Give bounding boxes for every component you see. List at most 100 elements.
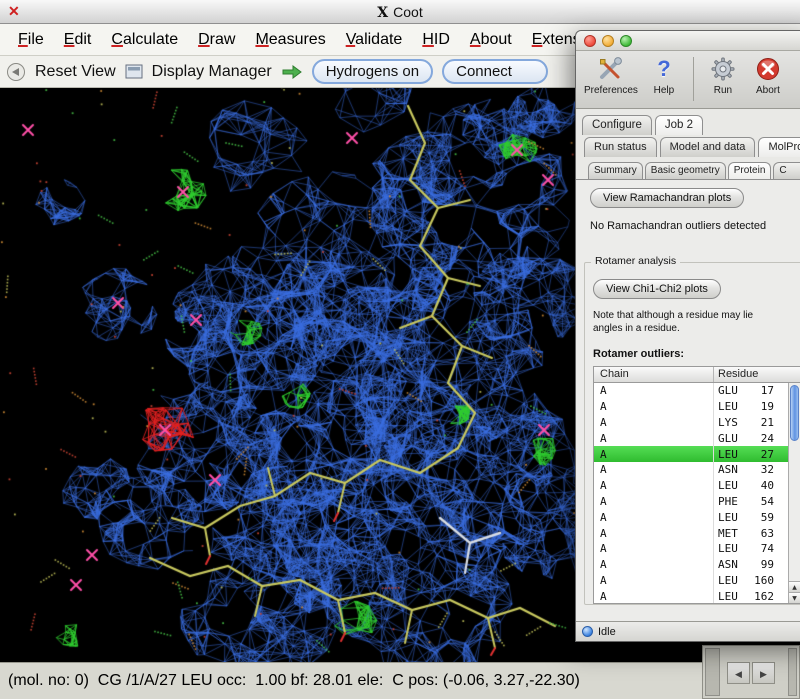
menu-edit[interactable]: Edit (54, 28, 102, 52)
menu-about[interactable]: About (460, 28, 522, 52)
rotamer-row-glu-17[interactable]: AGLU17 (594, 383, 788, 399)
tab-job-2[interactable]: Job 2 (655, 115, 703, 135)
rotamer-row-leu-40[interactable]: ALEU40 (594, 478, 788, 494)
cell-chain: A (594, 588, 714, 604)
dialog-status-text: Idle (598, 626, 616, 638)
tab-molprobity[interactable]: MolProbity (758, 137, 800, 157)
rotamer-analysis-frame: Rotamer analysis View Chi1-Chi2 plots No… (584, 262, 800, 605)
cell-residue: GLU24 (714, 432, 788, 445)
column-header-chain[interactable]: Chain (594, 367, 714, 382)
window-title-text: Coot (393, 4, 423, 20)
tab-summary[interactable]: Summary (588, 162, 643, 179)
connect-button[interactable]: Connect (442, 59, 548, 84)
preferences-button[interactable]: Preferences (584, 55, 638, 96)
display-manager-button[interactable]: Display Manager (152, 63, 272, 81)
scroll-down-button[interactable]: ▼ (789, 592, 800, 603)
cell-chain: A (594, 494, 714, 510)
hydrogens-toggle-button[interactable]: Hydrogens on (312, 59, 433, 84)
abort-button[interactable]: Abort (749, 55, 787, 96)
dialog-statusbar: Idle (576, 621, 800, 641)
rotamer-row-leu-74[interactable]: ALEU74 (594, 541, 788, 557)
resize-strip[interactable] (788, 648, 797, 696)
cell-residue: LYS21 (714, 416, 788, 429)
vertical-scrollbar-track[interactable] (705, 648, 720, 696)
reset-view-button[interactable]: Reset View (35, 63, 116, 81)
rotamer-outliers-label: Rotamer outliers: (593, 348, 800, 360)
rotamer-row-leu-160[interactable]: ALEU160 (594, 573, 788, 589)
rotamer-row-phe-54[interactable]: APHE54 (594, 494, 788, 510)
rotamer-row-lys-21[interactable]: ALYS21 (594, 415, 788, 431)
menu-validate[interactable]: Validate (336, 28, 413, 52)
run-label: Run (714, 85, 732, 96)
cell-residue: LEU74 (714, 542, 788, 555)
column-header-residue[interactable]: Residue (714, 367, 800, 382)
rotamer-row-met-63[interactable]: AMET63 (594, 525, 788, 541)
tab-basic-geometry[interactable]: Basic geometry (645, 162, 726, 179)
cell-residue: ASN99 (714, 558, 788, 571)
rotamer-analysis-label: Rotamer analysis (591, 255, 680, 267)
close-button[interactable] (584, 35, 596, 47)
table-scrollbar[interactable]: ▲ ▼ (788, 383, 800, 603)
rotamer-row-leu-162[interactable]: ALEU162 (594, 588, 788, 604)
rotamer-note-line2: angles in a residue. (593, 322, 800, 335)
screen: ✕ XCoot FileEditCalculateDrawMeasuresVal… (0, 0, 800, 699)
scroll-up-button[interactable]: ▲ (789, 581, 800, 592)
cell-residue: LEU19 (714, 400, 788, 413)
cell-chain: A (594, 478, 714, 494)
status-orb-icon (582, 626, 593, 637)
scrollbar-thumb[interactable] (790, 385, 799, 441)
tab-model-and-data[interactable]: Model and data (660, 137, 756, 157)
recenter-icon[interactable] (6, 62, 26, 82)
rotamer-outliers-table: Chain Residue AGLU17ALEU19ALYS21AGLU24AL… (593, 366, 800, 604)
rotamer-row-glu-24[interactable]: AGLU24 (594, 430, 788, 446)
scroll-right-button[interactable]: ▶ (752, 662, 775, 684)
preferences-label: Preferences (584, 85, 638, 96)
tab-configure[interactable]: Configure (582, 115, 652, 135)
coot-titlebar: ✕ XCoot (0, 0, 800, 24)
menu-calculate[interactable]: Calculate (101, 28, 188, 52)
cell-chain: A (594, 573, 714, 589)
zoom-button[interactable] (620, 35, 632, 47)
tab-protein[interactable]: Protein (728, 162, 772, 179)
dialog-tabs-category: SummaryBasic geometryProteinC (582, 157, 800, 179)
rotamer-row-leu-27[interactable]: ALEU27 (594, 446, 788, 462)
view-ramachandran-plots-button[interactable]: View Ramachandran plots (590, 188, 744, 208)
cell-chain: A (594, 525, 714, 541)
toolbar-separator (693, 57, 694, 101)
rotamer-row-asn-99[interactable]: AASN99 (594, 557, 788, 573)
rotamer-row-asn-32[interactable]: AASN32 (594, 462, 788, 478)
rotamer-note-line1: Note that although a residue may lie (593, 309, 800, 322)
rotamer-table-body: AGLU17ALEU19ALYS21AGLU24ALEU27AASN32ALEU… (594, 383, 788, 603)
cell-chain: A (594, 415, 714, 431)
tab-c[interactable]: C (773, 162, 800, 179)
menu-file[interactable]: File (8, 28, 54, 52)
scroll-corner-panel: ◀ ▶ (702, 645, 800, 699)
status-text: (mol. no: 0) CG /1/A/27 LEU occ: 1.00 bf… (8, 672, 580, 690)
table-header: Chain Residue (594, 367, 800, 383)
run-button[interactable]: Run (704, 55, 742, 96)
cell-chain: A (594, 557, 714, 573)
gear-icon (711, 55, 735, 83)
menu-hid[interactable]: HID (412, 28, 460, 52)
tab-run-status[interactable]: Run status (584, 137, 657, 157)
help-icon: ? (657, 55, 670, 83)
cell-chain: A (594, 509, 714, 525)
dialog-tabs-validation: Run statusModel and dataMolProbity (582, 135, 800, 157)
display-manager-icon[interactable] (125, 64, 143, 80)
menu-measures[interactable]: Measures (245, 28, 335, 52)
scroll-left-button[interactable]: ◀ (727, 662, 750, 684)
dialog-tabs-top: ConfigureJob 2 (582, 111, 800, 135)
cell-chain: A (594, 446, 714, 462)
rotamer-row-leu-59[interactable]: ALEU59 (594, 509, 788, 525)
menu-draw[interactable]: Draw (188, 28, 245, 52)
window-title: XCoot (0, 4, 800, 21)
go-arrow-icon[interactable] (281, 64, 303, 80)
cell-residue: PHE54 (714, 495, 788, 508)
minimize-button[interactable] (602, 35, 614, 47)
cell-residue: LEU162 (714, 590, 788, 603)
help-button[interactable]: ? Help (645, 55, 683, 96)
abort-label: Abort (756, 85, 780, 96)
rotamer-row-leu-19[interactable]: ALEU19 (594, 399, 788, 415)
cell-chain: A (594, 383, 714, 399)
view-chi1-chi2-plots-button[interactable]: View Chi1-Chi2 plots (593, 279, 721, 299)
